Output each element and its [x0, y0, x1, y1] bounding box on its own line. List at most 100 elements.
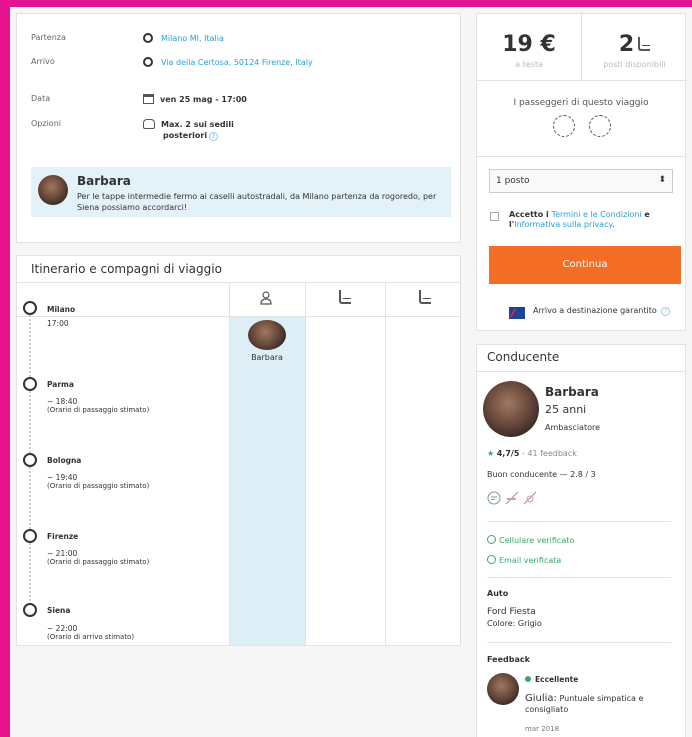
- no-pets-icon: [523, 491, 537, 505]
- car-color: Colore: Grigio: [487, 619, 542, 628]
- divider: [477, 371, 685, 372]
- seat-count-value: 1 posto: [496, 176, 530, 186]
- date-value: ven 25 mag - 17:00: [160, 95, 247, 104]
- message-author: Barbara: [77, 174, 131, 188]
- passenger-column-highlight: [229, 316, 305, 645]
- passenger-name: Barbara: [251, 353, 283, 362]
- divider: [17, 316, 460, 317]
- stop-time: ~ 22:00: [47, 624, 78, 633]
- stop-city: Parma: [47, 380, 74, 389]
- phone-verified: Cellulare verificato: [487, 535, 574, 545]
- driver-avatar[interactable]: [483, 381, 539, 437]
- location-ring-icon: [143, 33, 153, 43]
- stop-time: ~ 21:00: [47, 549, 78, 558]
- axa-logo-icon: [509, 307, 525, 319]
- feedback-date: mar 2018: [525, 725, 560, 733]
- itinerary-title: Itinerario e compagni di viaggio: [31, 262, 222, 276]
- passenger-icon: [260, 291, 272, 305]
- continue-button[interactable]: Continua: [489, 246, 681, 284]
- info-icon[interactable]: ?: [661, 307, 671, 316]
- star-icon: ★: [487, 449, 495, 458]
- seat-icon: [638, 37, 651, 51]
- departure-label: Partenza: [31, 33, 66, 42]
- privacy-link[interactable]: Informativa sulla privacy: [514, 220, 612, 229]
- rear-seats-icon: [143, 119, 155, 129]
- empty-passenger-slot: [553, 115, 575, 137]
- empty-seat-icon: [419, 290, 431, 304]
- stop-city: Milano: [47, 305, 76, 314]
- seats-sub: posti disponibili: [603, 60, 666, 69]
- price-sub: a testa: [515, 60, 543, 69]
- driver-message: Barbara Per le tappe intermedie fermo ai…: [31, 167, 451, 217]
- empty-passenger-slot: [589, 115, 611, 137]
- stop-city: Firenze: [47, 532, 79, 541]
- arrival-value[interactable]: Via della Certosa, 50124 Firenze, Italy: [161, 58, 313, 67]
- feedback-author: Giulia:: [525, 693, 557, 704]
- driver-rating[interactable]: ★ 4,7/5 - 41 feedback: [487, 449, 577, 458]
- calendar-icon: [143, 94, 154, 104]
- options-value-2: posteriori: [163, 131, 208, 140]
- location-ring-icon: [143, 57, 153, 67]
- driver-name[interactable]: Barbara: [545, 385, 599, 399]
- departure-value[interactable]: Milano MI, Italia: [161, 34, 224, 43]
- stop-marker: [23, 301, 37, 315]
- reviewer-avatar[interactable]: [487, 673, 519, 705]
- stop-note: (Orario di arrivo stimato): [47, 633, 135, 641]
- column-divider: [229, 283, 230, 645]
- email-verified: Email verificata: [487, 555, 561, 565]
- stop-note: (Orario di passaggio stimato): [47, 558, 150, 566]
- terms-text: Accetto i Termini e le Condizioni e l'In…: [509, 210, 650, 229]
- stop-city: Bologna: [47, 456, 82, 465]
- driver-level: Ambasciatore: [545, 423, 601, 432]
- passenger-avatar[interactable]: [248, 320, 286, 350]
- stop-marker: [23, 603, 37, 617]
- select-arrows-icon: ⬍: [658, 175, 666, 185]
- good-driver-score: Buon conducente — 2.8 / 3: [487, 470, 596, 479]
- price-box: 19 € a testa: [477, 14, 582, 81]
- price-value: 19 €: [502, 32, 556, 57]
- divider: [17, 282, 460, 283]
- stop-marker: [23, 529, 37, 543]
- divider: [487, 521, 671, 522]
- arrival-label: Arrivo: [31, 57, 55, 66]
- driver-avatar: [38, 175, 68, 205]
- stop-time: 17:00: [47, 319, 69, 328]
- car-model: Ford Fiesta: [487, 607, 536, 617]
- car-header: Auto: [487, 589, 509, 598]
- check-icon: [487, 555, 496, 564]
- trip-details-panel: Partenza Milano MI, Italia Arrivo Via de…: [16, 13, 461, 243]
- driver-age: 25 anni: [545, 403, 587, 416]
- column-divider: [385, 283, 386, 645]
- divider: [477, 156, 685, 157]
- options-label: Opzioni: [31, 119, 61, 128]
- terms-link[interactable]: Termini e le Condizioni: [552, 210, 642, 219]
- terms-checkbox[interactable]: [490, 212, 499, 221]
- pink-top-border: [0, 0, 692, 7]
- divider: [487, 577, 671, 578]
- stop-time: ~ 18:40: [47, 397, 78, 406]
- seats-value: 2: [618, 32, 635, 57]
- feedback-header: Feedback: [487, 655, 530, 664]
- stop-time: ~ 19:40: [47, 473, 78, 482]
- seats-box: 2 posti disponibili: [582, 14, 687, 81]
- seat-count-select[interactable]: 1 posto ⬍: [489, 169, 673, 193]
- options-value-1: Max. 2 sui sedili: [161, 120, 234, 129]
- no-smoking-icon: [505, 491, 519, 505]
- feedback-level: Eccellente: [525, 675, 578, 684]
- check-icon: [487, 535, 496, 544]
- info-icon[interactable]: ?: [209, 132, 219, 141]
- passengers-title: I passeggeri di questo viaggio: [513, 98, 649, 108]
- stop-city: Siena: [47, 606, 71, 615]
- driver-panel: Conducente Barbara 25 anni Ambasciatore …: [476, 344, 686, 737]
- stop-marker: [23, 453, 37, 467]
- chat-icon: [487, 491, 501, 505]
- stop-note: (Orario di passaggio stimato): [47, 406, 150, 414]
- booking-panel: 19 € a testa 2 posti disponibili I passe…: [476, 13, 687, 331]
- divider: [487, 642, 671, 643]
- empty-seat-icon: [339, 290, 351, 304]
- message-text: Per le tappe intermedie fermo ai caselli…: [77, 192, 437, 212]
- itinerary-panel: Itinerario e compagni di viaggio Barbara…: [16, 255, 461, 646]
- stop-note: (Orario di passaggio stimato): [47, 482, 150, 490]
- guarantee-text: Arrivo a destinazione garantito ?: [533, 306, 671, 316]
- pink-left-border: [0, 0, 10, 737]
